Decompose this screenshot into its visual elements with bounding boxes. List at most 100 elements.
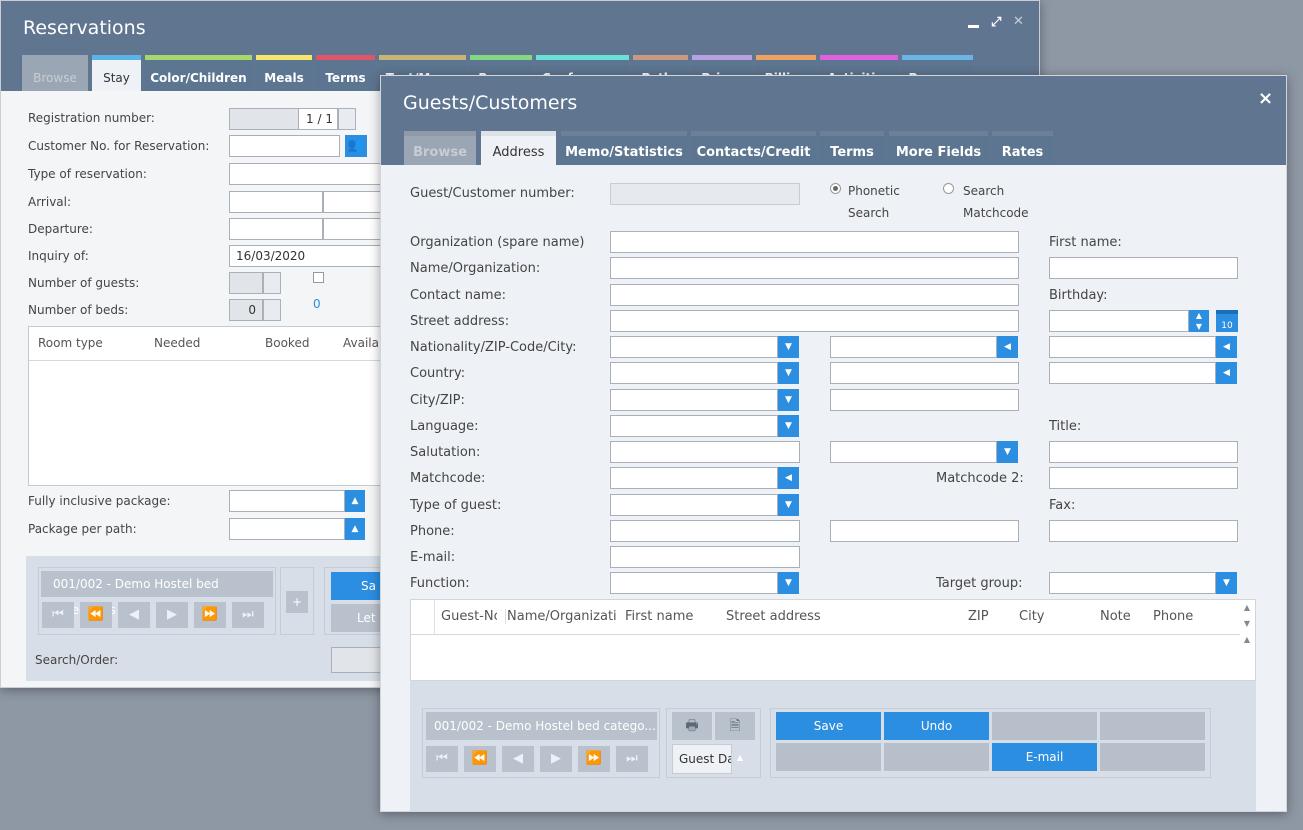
city-zip-select[interactable]	[610, 389, 778, 411]
tab-memo-statistics[interactable]: Memo/Statistics	[561, 131, 687, 165]
fully-inclusive-select[interactable]	[229, 490, 345, 512]
action-button-3[interactable]	[992, 712, 1097, 740]
tab-stay[interactable]: Stay	[92, 55, 141, 91]
action-button-8[interactable]	[1100, 743, 1205, 771]
customer-no-field[interactable]	[229, 135, 340, 157]
guests-stepper[interactable]	[263, 272, 281, 294]
guest-data-up-icon[interactable]: ▲	[737, 753, 743, 762]
country-3-field[interactable]	[1049, 362, 1216, 384]
language-select[interactable]	[610, 415, 778, 437]
reservations-letter-button[interactable]: Let	[331, 604, 387, 632]
tab-browse[interactable]: Browse	[22, 55, 88, 91]
package-per-path-up-icon[interactable]: ▲	[345, 518, 365, 540]
arrival-date-field[interactable]	[229, 191, 323, 213]
function-select[interactable]	[610, 572, 778, 594]
note-column[interactable]: Note	[1100, 609, 1131, 624]
city-left-icon[interactable]: ◀	[1216, 336, 1237, 358]
city-zip-2-field[interactable]	[830, 389, 1019, 411]
action-button-6[interactable]	[884, 743, 989, 771]
organization-spare-field[interactable]	[610, 231, 1019, 253]
number-of-beds-field[interactable]: 0	[229, 299, 263, 321]
city-field[interactable]	[1049, 336, 1216, 358]
tab-terms[interactable]: Terms	[316, 55, 375, 91]
name-organization-field[interactable]	[610, 257, 1019, 279]
salutation-field[interactable]	[610, 441, 800, 463]
phonetic-search-label[interactable]: Phonetic Search	[848, 180, 908, 224]
registration-number-value[interactable]: 1 / 1	[298, 108, 338, 130]
target-group-select[interactable]	[1049, 572, 1216, 594]
tab-color-children[interactable]: Color/Children	[145, 55, 252, 91]
tab-rates[interactable]: Rates	[992, 131, 1053, 165]
street-address-column[interactable]: Street address	[726, 609, 821, 624]
first-record-icon[interactable]: ⏮	[42, 602, 74, 628]
contact-name-field[interactable]	[610, 284, 1019, 306]
phonetic-search-radio[interactable]	[830, 183, 841, 194]
document-icon[interactable]: 🗎	[715, 712, 755, 740]
nationality-dropdown-icon[interactable]: ▼	[778, 336, 799, 358]
guests-next-page-icon[interactable]: ⏩	[578, 746, 610, 772]
type-of-guest-dropdown-icon[interactable]: ▼	[778, 494, 799, 516]
grid-scrollbar[interactable]: ▲ ▼ ▲	[1239, 600, 1255, 680]
tab-contacts-credit[interactable]: Contacts/Credit	[691, 131, 816, 165]
reservations-plus-button[interactable]: +	[280, 567, 314, 635]
email-button[interactable]: E-mail	[992, 743, 1097, 771]
customer-lookup-icon[interactable]: 👥	[345, 135, 367, 157]
country-3-left-icon[interactable]: ◀	[1216, 362, 1237, 384]
needed-column[interactable]: Needed	[154, 336, 200, 350]
search-order-field[interactable]	[331, 647, 386, 673]
search-matchcode-label[interactable]: Search Matchcode	[963, 180, 1033, 224]
beds-stepper[interactable]	[263, 299, 281, 321]
guests-prev-record-icon[interactable]: ◀	[502, 746, 534, 772]
email-field[interactable]	[610, 546, 800, 568]
fully-inclusive-up-icon[interactable]: ▲	[345, 490, 365, 512]
country-select[interactable]	[610, 362, 778, 384]
next-record-icon[interactable]: ▶	[156, 602, 188, 628]
print-icon[interactable]: 🖶	[672, 712, 712, 740]
package-per-path-select[interactable]	[229, 518, 345, 540]
last-record-icon[interactable]: ⏭	[232, 602, 264, 628]
city-zip-dropdown-icon[interactable]: ▼	[778, 389, 799, 411]
action-button-4[interactable]	[1100, 712, 1205, 740]
salutation-dropdown-icon[interactable]: ▼	[997, 441, 1018, 463]
next-page-icon[interactable]: ⏩	[194, 602, 226, 628]
birthday-field[interactable]	[1049, 310, 1189, 332]
action-button-5[interactable]	[776, 743, 881, 771]
matchcode-left-icon[interactable]: ◀	[778, 467, 799, 489]
departure-date-field[interactable]	[229, 218, 323, 240]
country-2-field[interactable]	[830, 362, 1019, 384]
city-column[interactable]: City	[1019, 609, 1044, 624]
departure-time-field[interactable]	[323, 218, 383, 240]
country-dropdown-icon[interactable]: ▼	[778, 362, 799, 384]
name-organization-column[interactable]: Name/Organizatic	[505, 609, 617, 624]
guests-close-icon[interactable]: ×	[1258, 88, 1273, 109]
salutation-2-select[interactable]	[830, 441, 997, 463]
maximize-icon[interactable]: ⤢	[991, 15, 1001, 30]
registration-stepper[interactable]	[338, 108, 356, 130]
undo-button[interactable]: Undo	[884, 712, 989, 740]
room-type-column[interactable]: Room type	[38, 336, 103, 350]
type-of-reservation-field[interactable]	[229, 163, 389, 185]
guests-first-record-icon[interactable]: ⏮	[426, 746, 458, 772]
type-of-guest-select[interactable]	[610, 494, 778, 516]
close-icon[interactable]: ✕	[1013, 14, 1024, 29]
street-address-field[interactable]	[610, 310, 1019, 332]
registration-number-field[interactable]	[229, 108, 299, 130]
zip-code-field[interactable]	[830, 336, 997, 358]
fax-field[interactable]	[1049, 520, 1238, 542]
target-group-dropdown-icon[interactable]: ▼	[1216, 572, 1237, 594]
calendar-icon[interactable]: 10	[1216, 310, 1238, 332]
title-field[interactable]	[1049, 441, 1238, 463]
prev-page-icon[interactable]: ⏪	[80, 602, 112, 628]
tab-guests-terms[interactable]: Terms	[820, 131, 884, 165]
booked-column[interactable]: Booked	[265, 336, 309, 350]
guests-prev-page-icon[interactable]: ⏪	[464, 746, 496, 772]
number-of-guests-field[interactable]	[229, 272, 263, 294]
prev-record-icon[interactable]: ◀	[118, 602, 150, 628]
first-name-field[interactable]	[1049, 257, 1238, 279]
zip-code-left-icon[interactable]: ◀	[997, 336, 1018, 358]
reservations-save-button[interactable]: Sa	[331, 572, 387, 600]
arrival-time-field[interactable]	[323, 191, 383, 213]
phone-column[interactable]: Phone	[1153, 609, 1193, 624]
function-dropdown-icon[interactable]: ▼	[778, 572, 799, 594]
zip-column[interactable]: ZIP	[968, 609, 989, 624]
